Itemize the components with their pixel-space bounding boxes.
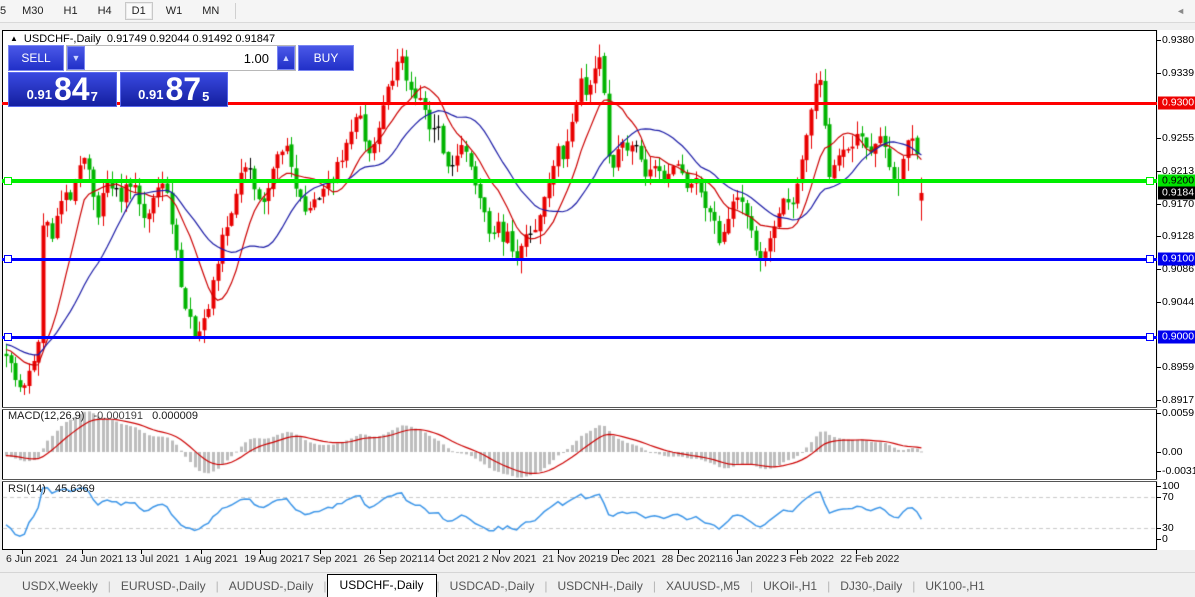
price-tick-mark [1157,269,1161,270]
mt4-terminal: { "toolbar": { "cut_label": "5", "timefr… [0,0,1195,597]
hline-handle[interactable] [1146,255,1154,263]
date-label: 24 Jun 2021 [65,553,124,565]
support2-price-label: 0.9000 [1158,330,1195,344]
date-label: 9 Dec 2021 [602,553,656,565]
date-label: 22 Feb 2022 [840,553,900,565]
indicator-tick-mark [1157,497,1161,498]
date-label: 14 Oct 2021 [423,553,481,565]
support-price-label: 0.9100 [1158,252,1195,266]
macd-main-value: -0.000191 [93,410,144,422]
hline-0.9100[interactable] [2,255,1157,263]
price-tick-label: 0.9170 [1162,198,1195,210]
sell-price-big: 84 [53,70,90,107]
indicator-tick-mark [1157,452,1161,453]
date-axis[interactable]: 6 Jun 2021 24 Jun 2021 13 Jul 2021 1 Aug 20… [2,550,1157,571]
date-label: 19 Aug 2021 [244,553,304,565]
price-tick-mark [1157,138,1161,139]
price-tick-mark [1157,302,1161,303]
buy-button[interactable]: BUY [298,45,354,71]
sell-button[interactable]: SELL [8,45,64,71]
macd-name: MACD(12,26,9) [8,410,85,422]
indicator-tick-label: 0 [1162,533,1168,545]
date-label: 7 Sep 2021 [304,553,358,565]
price-tick-mark [1157,400,1161,401]
macd-indicator-label: MACD(12,26,9) -0.000191 0.000009 [8,410,198,422]
date-label: 28 Dec 2021 [661,553,722,565]
indicator-tick-mark [1157,539,1161,540]
current-price-label: 0.9184 [1158,186,1195,200]
price-tick-mark [1157,40,1161,41]
indicator-tick-mark [1157,486,1161,487]
sell-price-panel[interactable]: 0.91 84 7 [8,72,117,107]
indicator-tick-mark [1157,528,1161,529]
hline-handle[interactable] [4,255,12,263]
price-tick-label: 0.8959 [1162,361,1195,373]
hline-handle[interactable] [4,333,12,341]
date-label: 2 Nov 2021 [482,553,537,565]
indicator-tick-label: -0.0031 [1162,465,1195,477]
buy-price-panel[interactable]: 0.91 87 5 [119,70,228,107]
price-tick-mark [1157,367,1161,368]
hline-0.9000[interactable] [2,333,1157,341]
date-label: 26 Sep 2021 [363,553,424,565]
hline-handle[interactable] [1146,333,1154,341]
price-tick-label: 0.9044 [1162,296,1195,308]
date-label: 6 Jun 2021 [6,553,58,565]
price-tick-mark [1157,171,1161,172]
chart-symbol-title: USDCHF-,Daily [23,33,101,45]
chart-title-row: ▲ USDCHF-,Daily 0.91749 0.92044 0.91492 … [10,33,275,45]
volume-increase-icon[interactable]: ▲ [277,46,295,70]
rsi-value: 45.6369 [54,483,95,495]
price-tick-label: 0.8917 [1162,394,1195,406]
hline-0.9200[interactable] [2,177,1157,185]
price-tick-label: 0.9339 [1162,67,1195,79]
date-label: 13 Jul 2021 [125,553,180,565]
volume-input[interactable] [85,46,277,70]
collapse-panel-icon[interactable]: ▲ [10,35,18,43]
price-tick-label: 0.9255 [1162,132,1195,144]
indicator-tick-label: 70 [1162,491,1174,503]
indicator-tick-mark [1157,471,1161,472]
chart-ohlc-values: 0.91749 0.92044 0.91492 0.91847 [106,33,276,45]
price-tick-mark [1157,204,1161,205]
rsi-name: RSI(14) [8,483,46,495]
date-label: 3 Feb 2022 [780,553,834,565]
resistance-price-label: 0.9300 [1158,96,1195,110]
one-click-trading-widget: SELL ▼ ▲ BUY 0.91847 0.91875 [8,45,354,107]
volume-decrease-icon[interactable]: ▼ [67,46,85,70]
buy-price-prefix: 0.91 [138,86,164,102]
date-label: 21 Nov 2021 [542,553,602,565]
price-tick-label: 0.9380 [1162,34,1195,46]
sell-price-prefix: 0.91 [26,86,52,102]
hline-handle[interactable] [1146,177,1154,185]
sell-price-pip: 7 [90,89,98,104]
buy-price-big: 87 [165,70,202,107]
rsi-panel-divider[interactable] [2,479,1157,482]
volume-group: ▼ ▲ [66,45,296,71]
rsi-indicator-label: RSI(14) 45.6369 [8,483,95,495]
hline-handle[interactable] [4,177,12,185]
indicator-tick-mark [1157,413,1161,414]
price-tick-mark [1157,73,1161,74]
price-tick-label: 0.9128 [1162,230,1195,242]
price-tick-mark [1157,236,1161,237]
date-label: 16 Jan 2022 [721,553,779,565]
macd-signal-value: 0.000009 [152,410,198,422]
date-label: 1 Aug 2021 [184,553,238,565]
indicator-tick-label: 0.00 [1162,446,1183,458]
buy-price-pip: 5 [202,89,210,104]
indicator-tick-label: 0.0059 [1162,407,1195,419]
